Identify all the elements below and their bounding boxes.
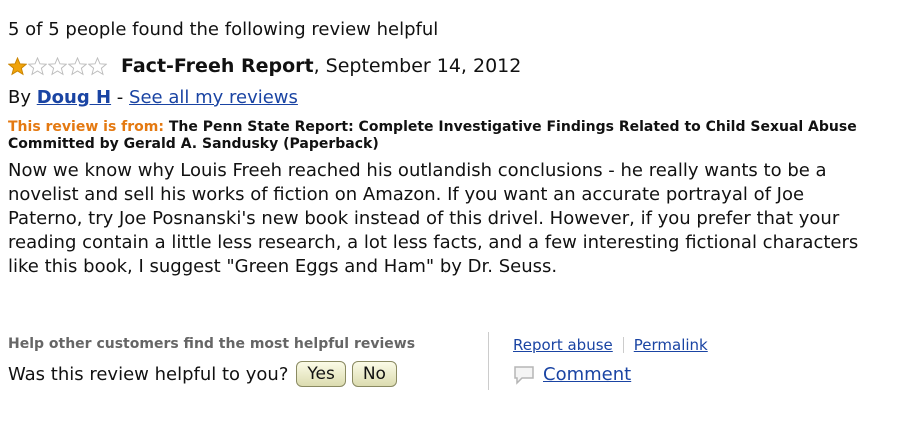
star-rating bbox=[8, 56, 107, 76]
from-label: This review is from: bbox=[8, 119, 164, 135]
byline: By Doug H - See all my reviews bbox=[8, 87, 888, 109]
star-filled-icon bbox=[8, 56, 27, 75]
by-prefix: By bbox=[8, 87, 37, 108]
no-button[interactable]: No bbox=[351, 361, 397, 387]
comment-row: Comment bbox=[513, 364, 708, 385]
permalink-link[interactable]: Permalink bbox=[634, 336, 708, 354]
review-header: Fact-Freeh Report , September 14, 2012 bbox=[8, 53, 888, 79]
help-others-text: Help other customers find the most helpf… bbox=[8, 336, 416, 352]
star-empty-icon bbox=[48, 56, 67, 75]
footer-divider bbox=[488, 332, 489, 390]
star-empty-icon bbox=[68, 56, 87, 75]
product-source: This review is from: The Penn State Repo… bbox=[8, 119, 888, 153]
star-empty-icon bbox=[88, 56, 107, 75]
star-empty-icon bbox=[28, 56, 47, 75]
vote-section: Help other customers find the most helpf… bbox=[8, 330, 478, 387]
vote-row: Was this review helpful to you? Yes No bbox=[8, 361, 478, 387]
review-date: , September 14, 2012 bbox=[313, 55, 522, 77]
yes-button[interactable]: Yes bbox=[296, 361, 346, 387]
review-body: Now we know why Louis Freeh reached his … bbox=[8, 160, 859, 277]
byline-dash: - bbox=[111, 87, 130, 108]
action-links: Report abuse Permalink bbox=[513, 336, 708, 354]
helpful-question: Was this review helpful to you? bbox=[8, 363, 289, 385]
speech-bubble-icon bbox=[514, 365, 534, 385]
see-all-reviews-link[interactable]: See all my reviews bbox=[129, 87, 298, 108]
review: 5 of 5 people found the following review… bbox=[8, 18, 888, 279]
review-footer: Help other customers find the most helpf… bbox=[8, 330, 888, 394]
report-abuse-link[interactable]: Report abuse bbox=[513, 336, 613, 354]
helpful-count: 5 of 5 people found the following review… bbox=[8, 19, 439, 40]
review-title: Fact-Freeh Report bbox=[121, 55, 314, 77]
author-link[interactable]: Doug H bbox=[37, 87, 111, 108]
comment-link[interactable]: Comment bbox=[543, 364, 631, 385]
actions-section: Report abuse Permalink Comment bbox=[513, 330, 708, 385]
link-separator bbox=[622, 337, 624, 353]
